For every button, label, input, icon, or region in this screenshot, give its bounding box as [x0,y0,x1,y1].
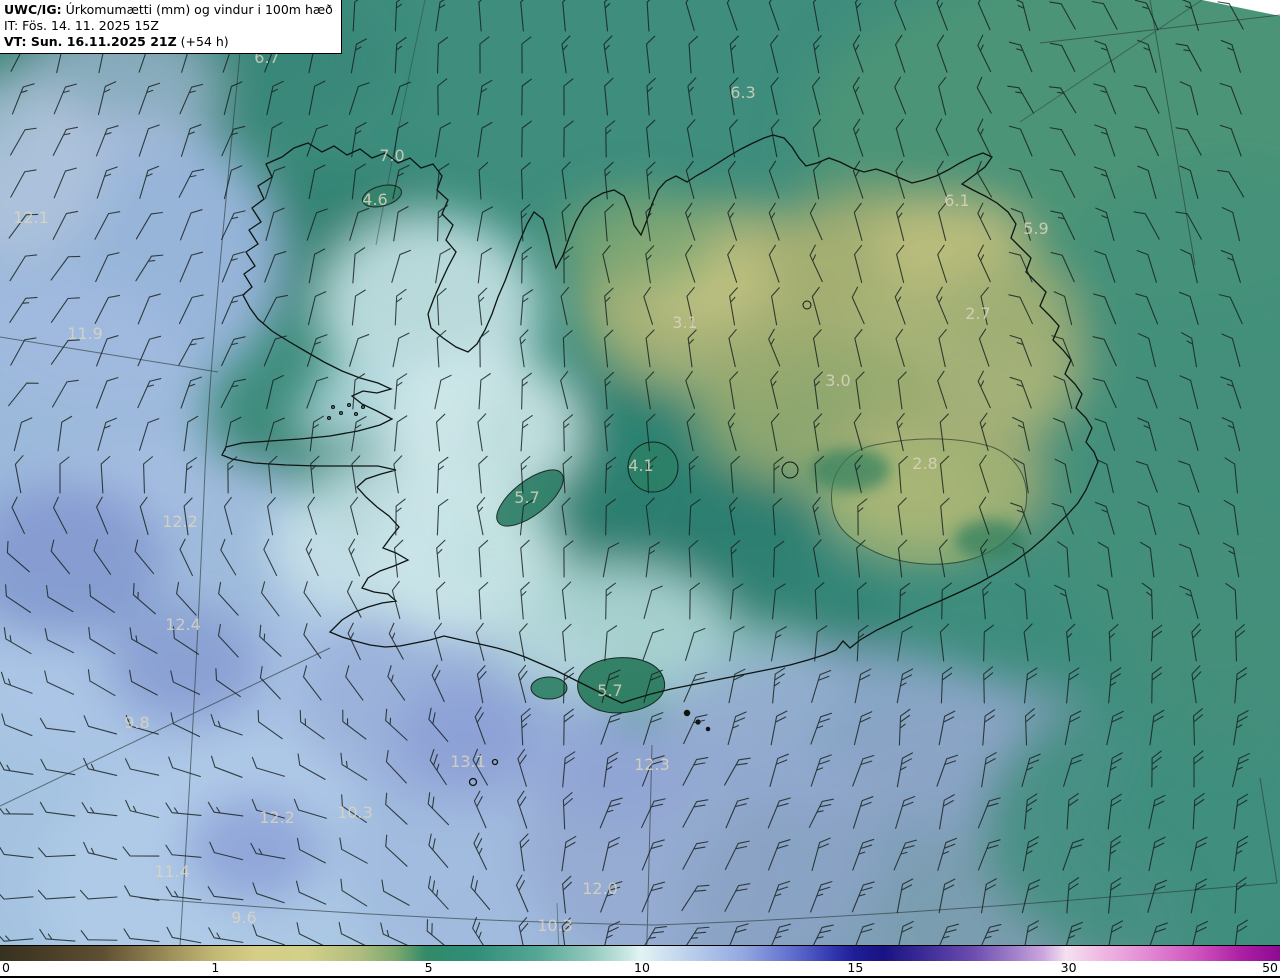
product-subtitle: Úrkomumætti (mm) og vindur i 100m hæð [66,2,333,17]
precip-value-label: 9.8 [124,713,149,732]
valid-offset: (+54 h) [181,34,229,49]
precip-value-label: 6.1 [944,191,969,210]
precip-value-label: 2.7 [965,304,990,323]
colorbar-tick: 15 [847,961,863,975]
colorbar-tick: 5 [425,961,433,975]
precip-value-label: 4.6 [362,190,387,209]
precip-value-label: 11.9 [67,324,103,343]
colorbar-tick: 1 [211,961,219,975]
precip-value-label: 2.8 [912,454,937,473]
precip-value-label: 9.6 [231,908,256,927]
precip-value-label: 12.0 [582,879,618,898]
colorbar: 01510153050 [0,945,1280,978]
precip-value-label: 13.1 [450,752,486,771]
precip-value-label: 10.3 [337,803,373,822]
precip-value-label: 12.4 [165,615,201,634]
colorbar-tick: 10 [634,961,650,975]
precip-value-label: 12.3 [634,755,670,774]
iceland-precip-wind-map: 6.76.37.04.612.16.15.911.92.73.13.02.84.… [0,0,1280,978]
precip-value-label: 12.2 [162,512,198,531]
precip-value-label: 12.2 [259,808,295,827]
title-line-init: IT: Fös. 14. 11. 2025 15Z [4,18,333,34]
colorbar-tick: 30 [1061,961,1077,975]
precip-value-label: 3.0 [825,371,850,390]
colorbar-ticks: 01510153050 [0,961,1280,978]
precip-value-label: 3.1 [672,313,697,332]
weather-map: 6.76.37.04.612.16.15.911.92.73.13.02.84.… [0,0,1280,978]
colorbar-tick: 50 [1262,961,1278,975]
precip-value-label: 5.7 [597,681,622,700]
precip-value-label: 11.4 [154,862,190,881]
precip-value-label: 7.0 [379,146,404,165]
precip-value-label: 5.7 [514,488,539,507]
title-line-product: UWC/IG: Úrkomumætti (mm) og vindur i 100… [4,2,333,18]
product-id: UWC/IG: [4,2,62,17]
precip-value-label: 4.1 [628,456,653,475]
precip-value-label: 10.3 [537,916,573,935]
title-box: UWC/IG: Úrkomumætti (mm) og vindur i 100… [0,0,342,54]
title-line-valid: VT: Sun. 16.11.2025 21Z (+54 h) [4,34,333,50]
precip-value-label: 6.3 [730,83,755,102]
colorbar-tick: 0 [2,961,10,975]
valid-time: VT: Sun. 16.11.2025 21Z [4,34,177,49]
precip-value-label: 5.9 [1023,219,1048,238]
precip-value-label: 12.1 [13,208,49,227]
